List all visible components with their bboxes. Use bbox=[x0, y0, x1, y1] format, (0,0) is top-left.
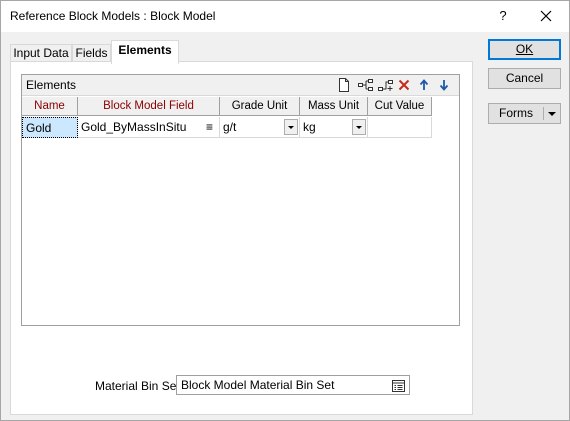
cell-grade-unit[interactable]: g/t bbox=[220, 117, 300, 138]
append-row-icon[interactable] bbox=[375, 77, 395, 94]
forms-dropdown-icon[interactable] bbox=[544, 104, 560, 123]
elements-group-header: Elements bbox=[22, 75, 459, 96]
cell-block-model-field[interactable]: Gold_ByMassInSitu ≡ bbox=[78, 117, 220, 138]
dialog-window: Reference Block Models : Block Model ? I… bbox=[0, 0, 570, 421]
insert-row-icon[interactable] bbox=[355, 77, 375, 94]
list-browse-icon[interactable] bbox=[392, 379, 405, 397]
cell-block-model-field-value: Gold_ByMassInSitu bbox=[81, 120, 187, 134]
material-bin-set-field[interactable]: Block Model Material Bin Set bbox=[176, 375, 410, 395]
delete-row-icon[interactable] bbox=[395, 77, 415, 94]
list-picker-icon[interactable]: ≡ bbox=[206, 117, 213, 137]
column-header-grade-unit[interactable]: Grade Unit bbox=[220, 97, 300, 116]
move-up-icon[interactable] bbox=[415, 77, 435, 94]
forms-button-label[interactable]: Forms bbox=[489, 104, 543, 123]
material-bin-set-label: Material Bin Set bbox=[95, 379, 180, 393]
ok-button[interactable]: OK bbox=[488, 39, 561, 60]
new-row-icon[interactable] bbox=[335, 77, 355, 94]
elements-group-title: Elements bbox=[26, 78, 77, 92]
elements-tab-panel: Elements Name Block Model Field Grade Un… bbox=[10, 61, 473, 415]
column-header-cut-value[interactable]: Cut Value bbox=[368, 97, 432, 116]
window-title: Reference Block Models : Block Model bbox=[10, 9, 216, 23]
grade-unit-dropdown-icon[interactable] bbox=[284, 119, 298, 135]
forms-button[interactable]: Forms bbox=[488, 103, 561, 124]
elements-group: Elements Name Block Model Field Grade Un… bbox=[21, 74, 460, 326]
tab-elements[interactable]: Elements bbox=[111, 40, 179, 64]
cancel-button[interactable]: Cancel bbox=[488, 68, 561, 89]
help-button[interactable]: ? bbox=[493, 5, 513, 27]
column-header-name[interactable]: Name bbox=[22, 97, 78, 116]
cell-mass-unit-value: kg bbox=[303, 120, 316, 134]
material-bin-set-value: Block Model Material Bin Set bbox=[181, 378, 335, 392]
cell-mass-unit[interactable]: kg bbox=[300, 117, 368, 138]
cell-name[interactable]: Gold bbox=[22, 117, 78, 138]
dialog-client: Input Data Fields Elements Elements Name… bbox=[1, 32, 569, 420]
elements-toolbar bbox=[335, 77, 455, 94]
close-button[interactable] bbox=[531, 4, 561, 28]
close-icon bbox=[540, 10, 552, 22]
cell-grade-unit-value: g/t bbox=[223, 120, 237, 134]
column-header-block-model-field[interactable]: Block Model Field bbox=[78, 97, 220, 116]
ok-button-label: OK bbox=[515, 42, 534, 56]
move-down-icon[interactable] bbox=[435, 77, 455, 94]
mass-unit-dropdown-icon[interactable] bbox=[352, 119, 366, 135]
cell-name-value: Gold bbox=[26, 121, 52, 135]
title-bar: Reference Block Models : Block Model ? bbox=[1, 1, 569, 32]
cancel-button-label: Cancel bbox=[505, 71, 544, 85]
cell-cut-value[interactable] bbox=[368, 117, 432, 138]
column-header-mass-unit[interactable]: Mass Unit bbox=[300, 97, 368, 116]
